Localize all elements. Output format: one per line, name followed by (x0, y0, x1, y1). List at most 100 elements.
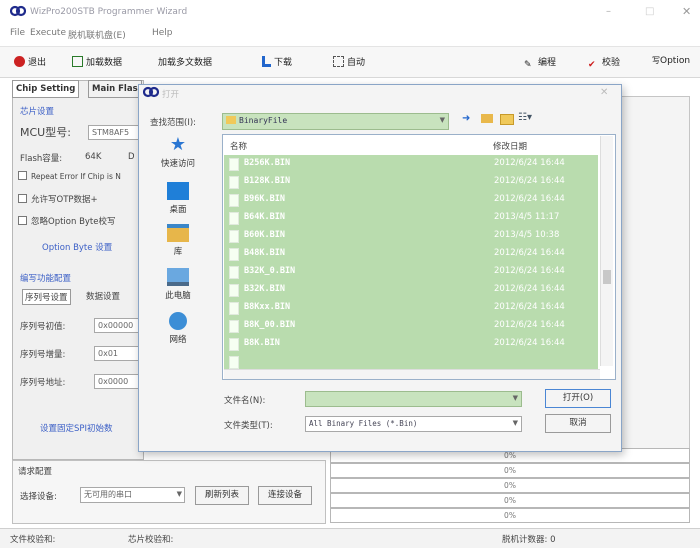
file-icon (229, 356, 239, 369)
file-row[interactable]: B64K.BIN 2013/4/5 11:17 (224, 209, 598, 227)
menu-help[interactable]: Help (152, 28, 173, 38)
serial-initial-label: 序列号初值: (20, 322, 66, 332)
file-icon (229, 194, 239, 207)
app-logo-icon (10, 5, 26, 17)
repeat-error-checkbox[interactable]: Repeat Error If Chip is N (18, 171, 121, 181)
chevron-down-icon: ▼ (439, 116, 445, 124)
auto-icon (333, 56, 344, 67)
otp-checkbox[interactable]: 允许写OTP数据+ (18, 193, 98, 205)
column-name-header[interactable]: 名称 (230, 140, 247, 152)
place-library[interactable]: 库 (150, 224, 206, 257)
device-select-label: 选择设备: (20, 492, 57, 502)
back-arrow-icon[interactable]: ➜ (462, 113, 470, 124)
serial-address-input[interactable]: 0x0000 (94, 374, 139, 389)
option-byte-checkbox[interactable]: 忽略Option Byte校写 (18, 215, 116, 227)
file-row[interactable]: B48K.BIN 2012/6/24 16:44 (224, 245, 598, 263)
option-byte-link[interactable]: Option Byte 设置 (42, 241, 112, 253)
filename-label: 文件名(N): (224, 396, 266, 406)
program-button[interactable]: ✎ 编程 (524, 55, 556, 71)
lookin-select[interactable]: BinaryFile ▼ (222, 113, 449, 130)
verify-button[interactable]: ✔ 校验 (588, 55, 620, 71)
file-row[interactable]: B32K.BIN 2012/6/24 16:44 (224, 281, 598, 299)
column-date-header[interactable]: 修改日期 (493, 140, 527, 152)
place-network[interactable]: 网络 (150, 312, 206, 345)
dialog-logo-icon (143, 86, 159, 98)
spi-link[interactable]: 设置固定SPI初始数 (40, 422, 113, 434)
desktop-icon (167, 182, 189, 200)
option-icon: 写 (652, 56, 660, 65)
offline-counter: 脱机计数器: 0 (502, 535, 556, 545)
horizontal-scrollbar[interactable] (224, 369, 600, 379)
mcu-label: MCU型号: (20, 126, 71, 139)
file-icon (229, 266, 239, 279)
refresh-list-button[interactable]: 刷新列表 (195, 486, 249, 505)
download-button[interactable]: 下载 (262, 55, 292, 68)
tab-chip-setting[interactable]: Chip Setting (12, 80, 80, 98)
option-button[interactable]: 写Option (652, 55, 690, 66)
file-icon (229, 302, 239, 315)
places-bar: ★ 快速访问 桌面 库 此电脑 网络 (150, 136, 206, 346)
device-select[interactable]: 无可用的串口 ▼ (80, 487, 185, 503)
progress-bar-4: 0% (330, 493, 690, 508)
serial-initial-input[interactable]: 0x00000 (94, 318, 139, 333)
connect-device-button[interactable]: 连接设备 (258, 486, 312, 505)
file-checksum-label: 文件校验和: (10, 535, 56, 545)
file-row[interactable]: B32K_0.BIN 2012/6/24 16:44 (224, 263, 598, 281)
title-bar: WizPro200STB Programmer Wizard – □ ✕ (0, 0, 700, 24)
serial-address-label: 序列号地址: (20, 378, 66, 388)
vertical-scrollbar[interactable] (600, 136, 613, 366)
computer-icon (167, 268, 189, 286)
toolbar: 退出 加载数据 加载多文数据 下载 自动 ✎ 编程 ✔ 校验 写Option (0, 46, 700, 78)
chip-group-label: 芯片设置 (20, 107, 55, 117)
open-button[interactable]: 打开(O) (545, 389, 611, 408)
file-row[interactable]: B256K.BIN 2012/6/24 16:44 (224, 155, 598, 173)
close-icon[interactable]: ✕ (682, 5, 691, 18)
up-folder-icon[interactable] (481, 114, 493, 123)
file-row[interactable]: B8K_00.BIN 2012/6/24 16:44 (224, 317, 598, 335)
lookin-label: 查找范围(I): (150, 118, 197, 128)
device-group-label: 请求配置 (18, 467, 53, 477)
flash-value: 64K (85, 152, 102, 162)
serial-increment-label: 序列号增量: (20, 350, 66, 360)
load-multi-data-button[interactable]: 加载多文数据 (158, 55, 212, 68)
dialog-close-icon[interactable]: ✕ (600, 87, 608, 98)
star-icon: ★ (169, 134, 187, 155)
place-this-pc[interactable]: 此电脑 (150, 268, 206, 301)
scrollbar-thumb[interactable] (603, 270, 611, 284)
cancel-button[interactable]: 取消 (545, 414, 611, 433)
minimize-icon[interactable]: – (606, 6, 611, 17)
load-data-button[interactable]: 加载数据 (72, 55, 122, 68)
program-icon: ✎ (524, 60, 532, 70)
file-row[interactable]: B128K.BIN 2012/6/24 16:44 (224, 173, 598, 191)
exit-button[interactable]: 退出 (14, 55, 46, 68)
auto-button[interactable]: 自动 (333, 55, 365, 68)
maximize-icon[interactable]: □ (645, 6, 654, 17)
tab-main-flash[interactable]: Main Flas (88, 80, 142, 98)
dialog-title: 打开 (162, 90, 180, 100)
mcu-select[interactable]: STM8AF5 (88, 125, 141, 140)
tab-serial[interactable]: 序列号设置 (22, 289, 71, 305)
library-icon (167, 224, 189, 242)
tab-data[interactable]: 数据设置 (86, 290, 120, 302)
chevron-down-icon: ▼ (512, 419, 518, 427)
new-folder-icon[interactable] (500, 114, 514, 125)
load-icon (72, 56, 83, 67)
file-row[interactable]: B96K.BIN 2012/6/24 16:44 (224, 191, 598, 209)
serial-increment-input[interactable]: 0x01 (94, 346, 139, 361)
file-icon (229, 158, 239, 171)
file-row[interactable]: B60K.BIN 2013/4/5 10:38 (224, 227, 598, 245)
filetype-select[interactable]: All Binary Files (*.Bin) ▼ (305, 416, 522, 432)
menu-file[interactable]: File (10, 28, 25, 38)
place-quick-access[interactable]: ★ 快速访问 (150, 134, 206, 170)
progress-bar-5: 0% (330, 508, 690, 523)
menu-offline[interactable]: 脱机联机盘(E) (68, 28, 126, 41)
view-menu-icon[interactable]: ☷▾ (518, 112, 532, 123)
menu-execute[interactable]: Execute (30, 28, 66, 38)
file-row-partial[interactable] (224, 353, 598, 369)
place-desktop[interactable]: 桌面 (150, 182, 206, 215)
chevron-down-icon: ▼ (176, 490, 182, 498)
file-row[interactable]: B8Kxx.BIN 2012/6/24 16:44 (224, 299, 598, 317)
filename-input[interactable]: ▼ (305, 391, 522, 407)
file-row[interactable]: B8K.BIN 2012/6/24 16:44 (224, 335, 598, 353)
verify-icon: ✔ (588, 60, 596, 70)
